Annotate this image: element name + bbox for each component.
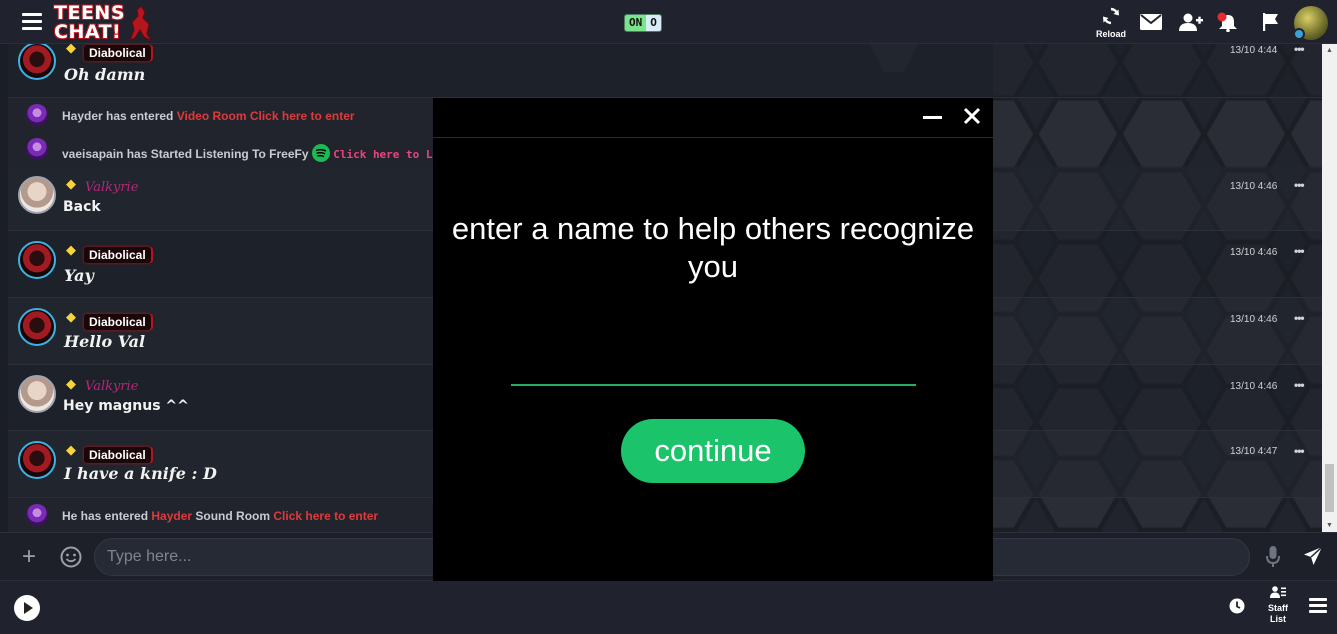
system-action: Sound Room [192, 509, 274, 523]
more-options-icon[interactable]: ••• [1294, 178, 1305, 192]
modal-title: enter a name to help others recognize yo… [451, 211, 975, 284]
crown-icon: ◆ [66, 442, 76, 457]
avatar[interactable] [18, 441, 56, 479]
emoji-icon[interactable] [60, 546, 82, 568]
plus-icon[interactable]: + [22, 543, 36, 571]
more-options-icon[interactable]: ••• [1294, 311, 1305, 325]
avatar[interactable] [18, 375, 56, 413]
notification-bell-icon[interactable] [1216, 12, 1240, 32]
more-options-icon[interactable]: ••• [1294, 44, 1305, 56]
timestamp: 13/10 4:46 [1230, 381, 1278, 392]
minimize-icon[interactable] [923, 116, 942, 119]
more-options-icon[interactable]: ••• [1294, 244, 1305, 258]
crown-icon: ◆ [66, 309, 76, 324]
scroll-thumb[interactable] [1325, 464, 1334, 512]
continue-button[interactable]: continue [621, 419, 805, 483]
enter-link[interactable]: Click here to enter [247, 109, 355, 123]
logo-figure-icon [129, 5, 153, 42]
crown-icon: ◆ [66, 242, 76, 257]
username[interactable]: Diabolical [84, 247, 151, 263]
system-action: has Started Listening To FreeFy [123, 147, 312, 161]
toggle-on-label: ON [625, 15, 647, 31]
avatar[interactable] [18, 308, 56, 346]
timestamp: 13/10 4:46 [1230, 181, 1278, 192]
play-icon[interactable] [14, 595, 40, 621]
avatar[interactable] [26, 504, 48, 526]
message-text: Hello Val [64, 332, 146, 351]
scroll-up-icon[interactable]: ▲ [1326, 47, 1333, 54]
send-icon[interactable] [1303, 546, 1323, 566]
avatar[interactable] [26, 104, 48, 126]
add-friend-icon[interactable] [1179, 13, 1203, 31]
message-text: Back [63, 199, 101, 215]
timestamp: 13/10 4:44 [1230, 45, 1278, 56]
timestamp: 13/10 4:47 [1230, 446, 1278, 457]
room-link[interactable]: Video Room [177, 109, 247, 123]
menu-list-icon[interactable] [1309, 598, 1327, 614]
timestamp: 13/10 4:46 [1230, 314, 1278, 325]
crown-icon: ◆ [66, 176, 76, 191]
staff-icon [1270, 586, 1286, 598]
clock-icon[interactable] [1229, 598, 1245, 614]
avatar[interactable] [18, 176, 56, 214]
avatar[interactable] [26, 138, 48, 160]
system-text: He has entered Hayder Sound Room Click h… [62, 509, 378, 523]
system-actor[interactable]: Hayder [62, 109, 103, 123]
avatar[interactable] [18, 44, 56, 80]
user-avatar[interactable] [1293, 6, 1328, 40]
toggle-off-label: O [646, 15, 661, 31]
username[interactable]: Valkyrie [85, 180, 138, 195]
bottom-bar: Staff List [0, 580, 1337, 634]
username[interactable]: Diabolical [84, 45, 151, 61]
staff-label-2: List [1269, 614, 1286, 624]
message-text: I have a knife : D [64, 464, 217, 483]
chat-message: ◆ Diabolical Oh damn 13/10 4:44 ••• [8, 44, 1322, 98]
room-user-link[interactable]: Hayder [151, 509, 192, 523]
logo-line-2: CHAT! [54, 21, 122, 43]
chat-scrollbar[interactable]: ▲ ▼ [1322, 44, 1337, 532]
system-text: Hayder has entered Video Room Click here… [62, 109, 355, 123]
enter-link[interactable]: Click here to enter [273, 509, 378, 523]
on-off-toggle[interactable]: ON O [624, 14, 662, 32]
close-icon[interactable] [963, 107, 981, 125]
name-input[interactable] [511, 348, 916, 386]
staff-list-button[interactable]: Staff List [1262, 585, 1294, 625]
scroll-down-icon[interactable]: ▼ [1326, 522, 1333, 529]
menu-icon[interactable] [22, 13, 42, 31]
modal-header [433, 98, 993, 138]
app-logo[interactable]: TEENS CHAT! [54, 2, 159, 43]
system-actor[interactable]: vaeisapain [62, 147, 123, 161]
avatar[interactable] [18, 241, 56, 279]
name-entry-modal: enter a name to help others recognize yo… [433, 98, 993, 581]
system-action: has entered [102, 109, 177, 123]
crown-icon: ◆ [66, 376, 76, 391]
more-options-icon[interactable]: ••• [1294, 378, 1305, 392]
username[interactable]: Valkyrie [85, 379, 138, 394]
reload-label: Reload [1095, 29, 1126, 39]
message-text: Yay [64, 266, 94, 285]
staff-label-1: Staff [1268, 603, 1288, 613]
username[interactable]: Diabolical [84, 447, 151, 463]
system-actor: He has entered [62, 509, 152, 523]
message-text: Oh damn [64, 65, 146, 84]
username[interactable]: Diabolical [84, 314, 151, 330]
reload-button[interactable]: Reload [1094, 0, 1128, 44]
more-options-icon[interactable]: ••• [1294, 444, 1305, 458]
message-text: Hey magnus ^^ [63, 398, 189, 414]
spotify-icon [311, 144, 330, 162]
timestamp: 13/10 4:46 [1230, 247, 1278, 258]
status-dot [1293, 28, 1305, 40]
mail-icon[interactable] [1140, 14, 1162, 30]
microphone-icon[interactable] [1266, 546, 1280, 568]
flag-icon[interactable] [1262, 13, 1280, 31]
top-bar: TEENS CHAT! ON O Reload [0, 0, 1337, 44]
reload-icon [1103, 7, 1119, 25]
system-text: vaeisapain has Started Listening To Free… [62, 144, 452, 162]
crown-icon: ◆ [66, 44, 76, 55]
